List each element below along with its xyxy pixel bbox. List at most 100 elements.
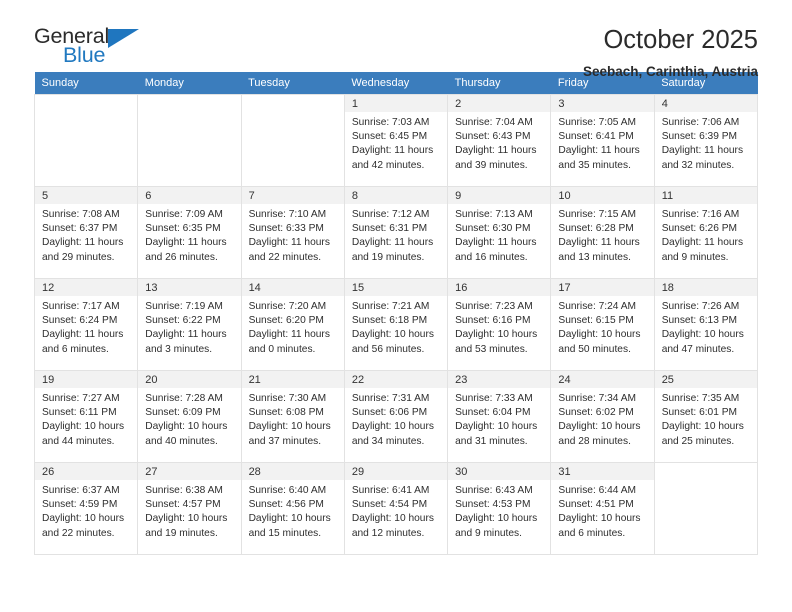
sunset-text: Sunset: 6:45 PM	[351, 131, 428, 143]
day-number: 4	[654, 95, 757, 112]
daylight-text-line2: and 47 minutes.	[661, 343, 735, 355]
sunrise-text: Sunrise: 6:43 AM	[455, 485, 533, 496]
calendar-day-cell[interactable]: 29 Sunrise: 6:41 AM Sunset: 4:54 PM Dayligh…	[343, 462, 449, 555]
daylight-text-line1: Daylight: 11 hours	[455, 145, 537, 157]
sunrise-text: Sunrise: 7:20 AM	[248, 301, 327, 312]
daylight-text-line2: and 34 minutes.	[351, 435, 425, 447]
day-details: Sunrise: 6:40 AM Sunset: 4:56 PM Daylight:…	[242, 480, 344, 541]
calendar-day-cell[interactable]: 21 Sunrise: 7:30 AM Sunset: 6:08 PM Dayligh…	[240, 370, 345, 463]
calendar-day-cell[interactable]: 17 Sunrise: 7:24 AM Sunset: 6:15 PM Dayligh…	[550, 278, 655, 371]
daylight-text-line1: Daylight: 11 hours	[558, 237, 640, 249]
daylight-text-line2: and 53 minutes.	[455, 343, 528, 355]
day-number: 3	[551, 95, 654, 112]
calendar-day-cell[interactable]: 28 Sunrise: 6:40 AM Sunset: 4:56 PM Dayligh…	[240, 462, 345, 555]
daylight-text-line2: and 28 minutes.	[558, 435, 631, 447]
daylight-text-line1: Daylight: 10 hours	[558, 421, 641, 433]
day-details: Sunrise: 6:43 AM Sunset: 4:53 PM Daylight:…	[448, 480, 550, 541]
daylight-text-line2: and 22 minutes.	[248, 251, 322, 263]
day-number: 5	[35, 187, 138, 204]
day-number: 27	[138, 463, 241, 480]
sunrise-text: Sunrise: 7:23 AM	[455, 301, 533, 312]
calendar-day-cell[interactable]: 16 Sunrise: 7:23 AM Sunset: 6:16 PM Dayligh…	[447, 278, 552, 371]
day-details: Sunrise: 7:15 AM Sunset: 6:28 PM Daylight:…	[551, 204, 653, 265]
calendar-day-cell[interactable]: 2 Sunrise: 7:04 AM Sunset: 6:43 PM Daylight…	[447, 94, 552, 187]
sunset-text: Sunset: 6:01 PM	[661, 407, 738, 419]
calendar-day-cell[interactable]: 6 Sunrise: 7:09 AM Sunset: 6:35 PM Daylight…	[137, 186, 242, 279]
day-number: 19	[35, 371, 138, 388]
calendar-day-cell[interactable]: 24 Sunrise: 7:34 AM Sunset: 6:02 PM Dayligh…	[550, 370, 655, 463]
calendar-day-cell[interactable]: 26 Sunrise: 6:37 AM Sunset: 4:59 PM Dayligh…	[33, 462, 139, 555]
daylight-text-line2: and 37 minutes.	[248, 435, 322, 447]
day-number: 31	[551, 463, 654, 480]
sunset-text: Sunset: 6:28 PM	[558, 223, 634, 235]
calendar-day-cell[interactable]: 11 Sunrise: 7:16 AM Sunset: 6:26 PM Dayligh…	[653, 186, 759, 279]
sunrise-text: Sunrise: 7:06 AM	[661, 117, 740, 128]
calendar-day-cell[interactable]: 25 Sunrise: 7:35 AM Sunset: 6:01 PM Dayligh…	[653, 370, 759, 463]
sunrise-text: Sunrise: 7:12 AM	[351, 209, 430, 220]
day-details: Sunrise: 7:03 AM Sunset: 6:45 PM Daylight:…	[345, 112, 447, 173]
brand-name-bottom: Blue	[63, 43, 106, 67]
calendar-day-cell[interactable]: 15 Sunrise: 7:21 AM Sunset: 6:18 PM Dayligh…	[343, 278, 449, 371]
sunset-text: Sunset: 6:06 PM	[351, 407, 428, 419]
calendar-day-cell[interactable]: 1 Sunrise: 7:03 AM Sunset: 6:45 PM Daylight…	[343, 94, 449, 187]
sunset-text: Sunset: 4:56 PM	[248, 499, 324, 511]
calendar-day-cell[interactable]: 13 Sunrise: 7:19 AM Sunset: 6:22 PM Dayligh…	[137, 278, 242, 371]
daylight-text-line1: Daylight: 10 hours	[351, 421, 434, 433]
day-number: 12	[35, 279, 138, 296]
day-details: Sunrise: 7:31 AM Sunset: 6:06 PM Daylight:…	[345, 388, 447, 449]
sunset-text: Sunset: 6:43 PM	[455, 131, 531, 143]
calendar-cell-empty	[240, 94, 345, 187]
page-title: October 2025	[603, 26, 758, 54]
calendar-day-cell[interactable]: 18 Sunrise: 7:26 AM Sunset: 6:13 PM Dayligh…	[653, 278, 759, 371]
sunrise-text: Sunrise: 6:40 AM	[248, 485, 327, 496]
calendar-day-cell[interactable]: 20 Sunrise: 7:28 AM Sunset: 6:09 PM Dayligh…	[137, 370, 242, 463]
sunrise-text: Sunrise: 7:08 AM	[42, 209, 120, 220]
daylight-text-line1: Daylight: 10 hours	[248, 421, 331, 433]
calendar-day-cell[interactable]: 8 Sunrise: 7:12 AM Sunset: 6:31 PM Daylight…	[343, 186, 449, 279]
sunset-text: Sunset: 4:59 PM	[42, 499, 118, 511]
day-number: 6	[138, 187, 241, 204]
calendar-day-cell[interactable]: 5 Sunrise: 7:08 AM Sunset: 6:37 PM Daylight…	[33, 186, 139, 279]
day-details: Sunrise: 7:33 AM Sunset: 6:04 PM Daylight:…	[448, 388, 550, 449]
daylight-text-line2: and 29 minutes.	[42, 251, 115, 263]
daylight-text-line2: and 32 minutes.	[661, 159, 735, 171]
day-details: Sunrise: 6:41 AM Sunset: 4:54 PM Daylight:…	[345, 480, 447, 541]
triangle-icon	[108, 29, 139, 48]
sunrise-text: Sunrise: 7:17 AM	[42, 301, 120, 312]
calendar-day-cell[interactable]: 30 Sunrise: 6:43 AM Sunset: 4:53 PM Dayligh…	[447, 462, 552, 555]
calendar-day-cell[interactable]: 12 Sunrise: 7:17 AM Sunset: 6:24 PM Dayligh…	[33, 278, 139, 371]
title-block: October 2025 Seebach, Carinthia, Austria	[583, 26, 758, 79]
daylight-text-line1: Daylight: 11 hours	[248, 237, 330, 249]
sunset-text: Sunset: 4:51 PM	[558, 499, 634, 511]
sunset-text: Sunset: 6:39 PM	[661, 131, 738, 143]
sunset-text: Sunset: 6:26 PM	[661, 223, 738, 235]
daylight-text-line2: and 22 minutes.	[42, 527, 115, 539]
daylight-text-line1: Daylight: 10 hours	[661, 329, 744, 341]
weekday-header-wednesday: Wednesday	[344, 72, 448, 95]
calendar-day-cell[interactable]: 19 Sunrise: 7:27 AM Sunset: 6:11 PM Dayligh…	[33, 370, 139, 463]
calendar-day-cell[interactable]: 27 Sunrise: 6:38 AM Sunset: 4:57 PM Dayligh…	[137, 462, 242, 555]
calendar-day-cell[interactable]: 22 Sunrise: 7:31 AM Sunset: 6:06 PM Dayligh…	[343, 370, 449, 463]
sunrise-text: Sunrise: 7:24 AM	[558, 301, 636, 312]
calendar-day-cell[interactable]: 23 Sunrise: 7:33 AM Sunset: 6:04 PM Dayligh…	[447, 370, 552, 463]
calendar-week-row: 19 Sunrise: 7:27 AM Sunset: 6:11 PM Dayligh…	[33, 370, 759, 463]
calendar-day-cell[interactable]: 9 Sunrise: 7:13 AM Sunset: 6:30 PM Daylight…	[447, 186, 552, 279]
sunrise-text: Sunrise: 7:30 AM	[248, 393, 327, 404]
calendar-day-cell[interactable]: 7 Sunrise: 7:10 AM Sunset: 6:33 PM Daylight…	[240, 186, 345, 279]
sunrise-text: Sunrise: 7:10 AM	[248, 209, 327, 220]
day-details: Sunrise: 7:10 AM Sunset: 6:33 PM Daylight:…	[242, 204, 344, 265]
daylight-text-line1: Daylight: 10 hours	[661, 421, 744, 433]
day-details: Sunrise: 7:17 AM Sunset: 6:24 PM Daylight:…	[35, 296, 137, 357]
sunrise-text: Sunrise: 7:26 AM	[661, 301, 740, 312]
calendar-day-cell[interactable]: 31 Sunrise: 6:44 AM Sunset: 4:51 PM Dayligh…	[550, 462, 655, 555]
day-details: Sunrise: 6:37 AM Sunset: 4:59 PM Daylight:…	[35, 480, 137, 541]
daylight-text-line2: and 39 minutes.	[455, 159, 528, 171]
calendar-day-cell[interactable]: 3 Sunrise: 7:05 AM Sunset: 6:41 PM Daylight…	[550, 94, 655, 187]
calendar-day-cell[interactable]: 4 Sunrise: 7:06 AM Sunset: 6:39 PM Daylight…	[653, 94, 759, 187]
daylight-text-line1: Daylight: 11 hours	[351, 145, 434, 157]
daylight-text-line1: Daylight: 10 hours	[455, 421, 538, 433]
daylight-text-line2: and 31 minutes.	[455, 435, 528, 447]
calendar-day-cell[interactable]: 14 Sunrise: 7:20 AM Sunset: 6:20 PM Dayligh…	[240, 278, 345, 371]
calendar-day-cell[interactable]: 10 Sunrise: 7:15 AM Sunset: 6:28 PM Dayligh…	[550, 186, 655, 279]
brand-logo[interactable]: General Blue	[34, 25, 154, 72]
